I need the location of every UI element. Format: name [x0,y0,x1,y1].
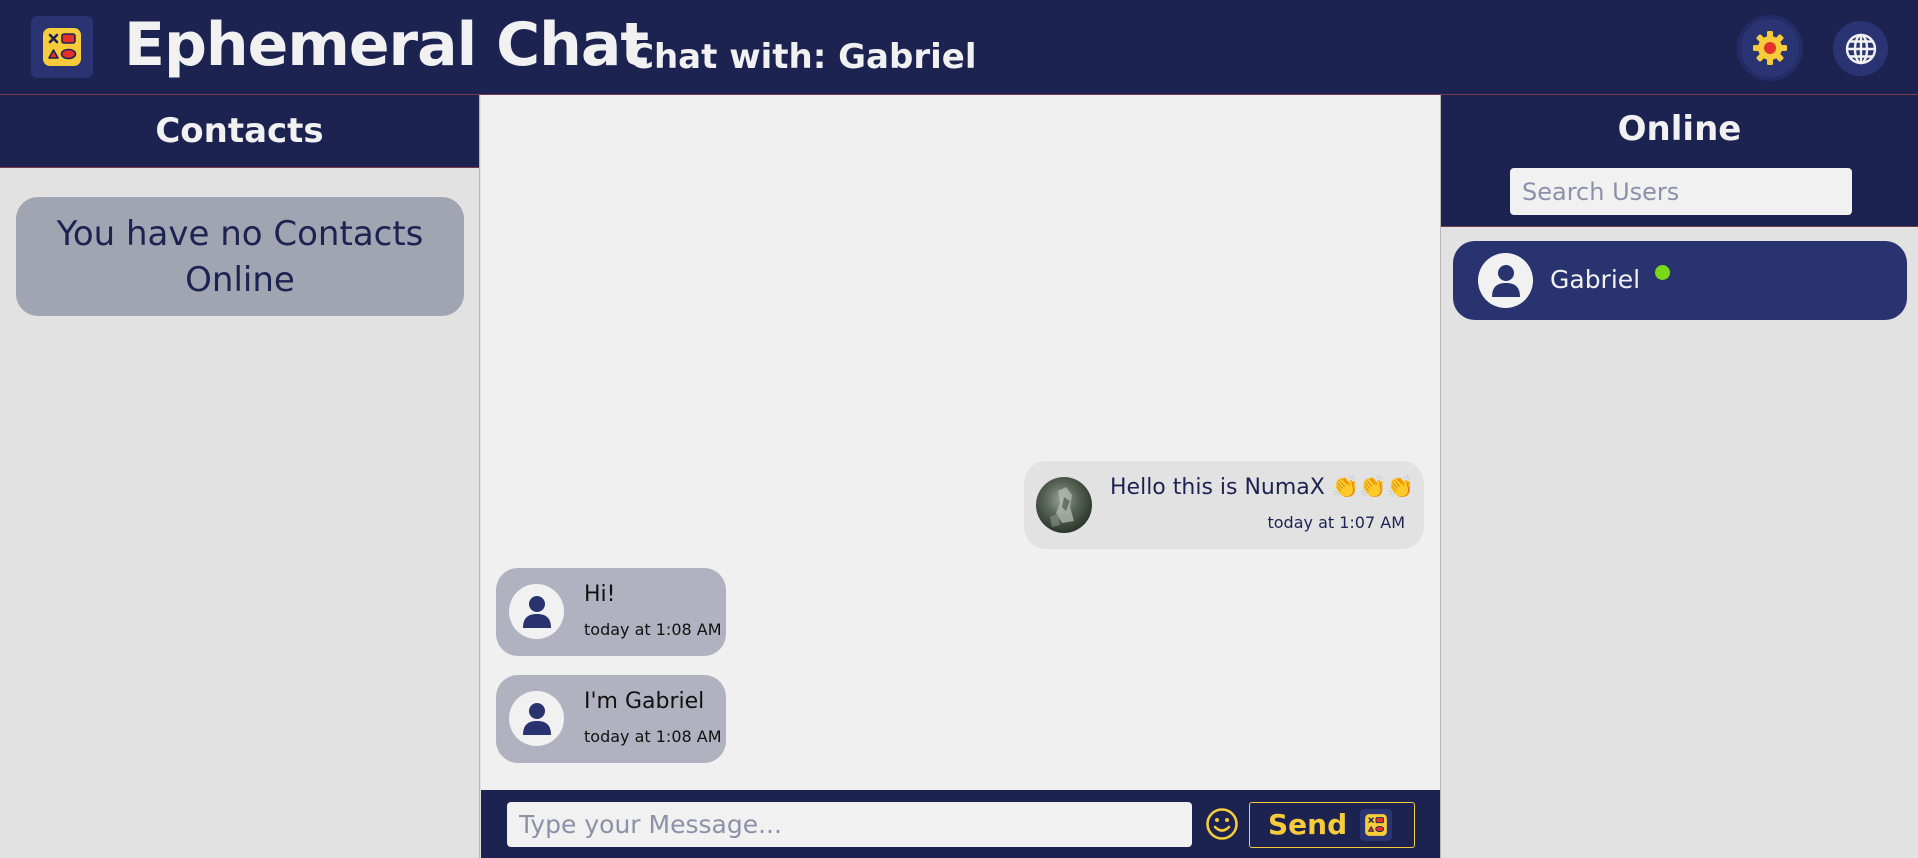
send-button[interactable]: Send [1249,802,1415,848]
online-status-dot [1655,265,1670,280]
avatar [1036,477,1092,533]
message-bubble: I'm Gabriel today at 1:08 AM [496,675,726,763]
contacts-title: Contacts [155,111,324,151]
app-header: Ephemeral Chat Chat with: Gabriel [0,0,1918,95]
message-text: Hi! [584,582,616,607]
message-input[interactable] [507,802,1192,847]
online-title: Online [1617,109,1742,149]
language-button[interactable] [1833,21,1888,76]
gear-icon [1753,31,1787,65]
message-composer: Send [481,790,1440,858]
chat-messages-area[interactable]: Hello this is NumaX 👏👏👏 today at 1:07 AM… [481,95,1440,790]
user-avatar-icon [509,691,564,746]
message-text: I'm Gabriel [584,689,705,714]
online-user-item[interactable]: Gabriel [1453,241,1907,320]
message-bubble: Hello this is NumaX 👏👏👏 today at 1:07 AM [1024,461,1424,549]
online-header: Online [1441,95,1918,227]
user-avatar-icon [1478,253,1533,308]
contacts-header: Contacts [0,95,479,168]
search-users-input[interactable] [1510,168,1852,215]
user-avatar-icon [509,584,564,639]
app-logo-icon [31,16,93,78]
send-button-label: Send [1268,808,1348,841]
message-bubble: Hi! today at 1:08 AM [496,568,726,656]
settings-button[interactable] [1737,15,1803,81]
smiley-icon [1206,808,1238,840]
message-timestamp: today at 1:07 AM [1267,513,1405,532]
app-logo-icon [1360,809,1392,841]
emoji-button[interactable] [1204,806,1240,842]
message-timestamp: today at 1:08 AM [584,620,722,639]
contacts-panel: Contacts You have no Contacts Online [0,95,480,858]
app-title: Ephemeral Chat [124,10,649,80]
globe-icon [1845,33,1876,64]
message-timestamp: today at 1:08 AM [584,727,722,746]
chat-with-title: Chat with: Gabriel [629,37,977,77]
online-user-name: Gabriel [1550,265,1641,294]
no-contacts-message: You have no Contacts Online [16,197,464,316]
online-users-panel: Online Gabriel [1440,95,1918,858]
message-text: Hello this is NumaX 👏👏👏 [1110,475,1415,500]
